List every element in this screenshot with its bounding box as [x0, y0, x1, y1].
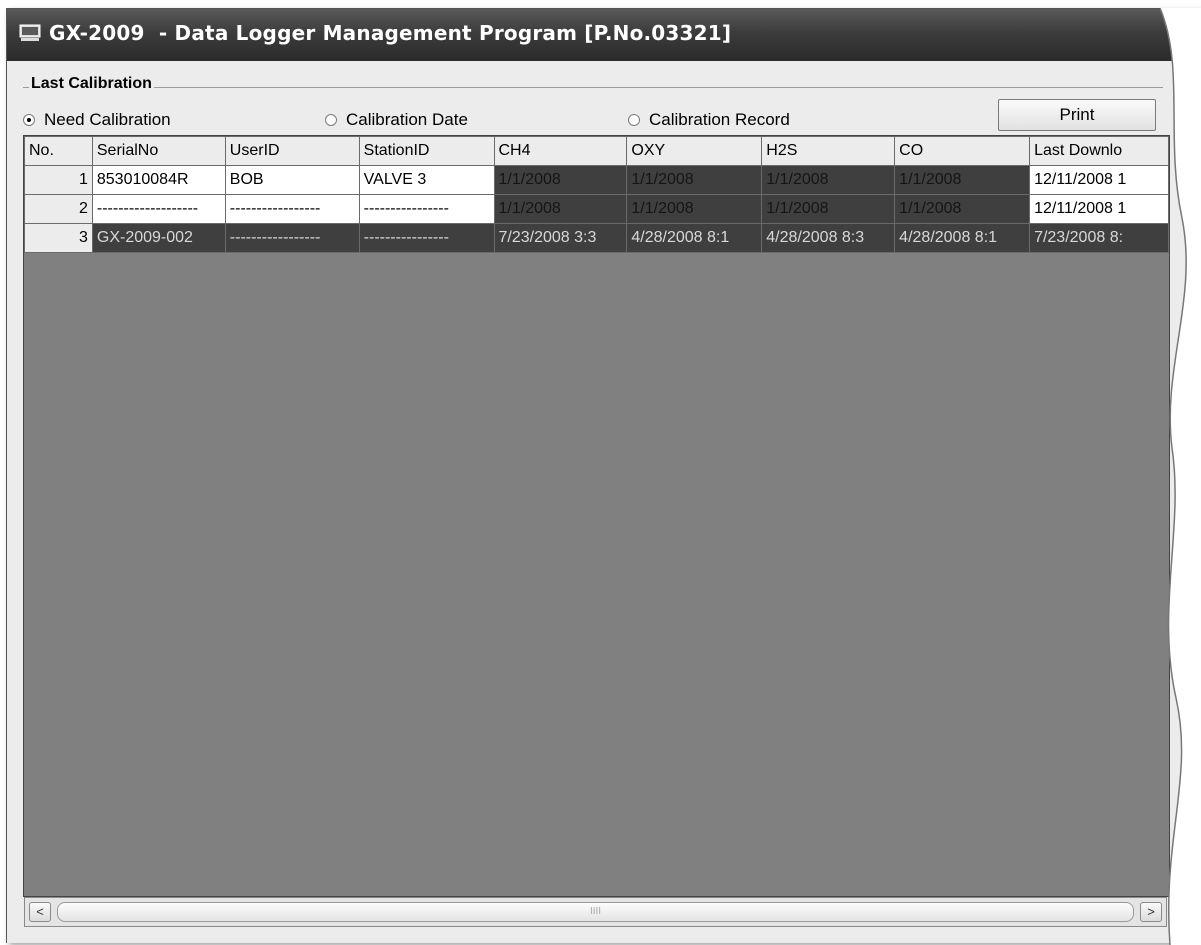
- calibration-record-radio[interactable]: Calibration Record: [628, 110, 790, 130]
- radio-checked-icon: [23, 114, 35, 126]
- column-header-h2s[interactable]: H2S: [761, 136, 896, 166]
- title-bar[interactable]: GX-2009 - Data Logger Management Program…: [7, 9, 1201, 61]
- row-number[interactable]: 2: [24, 194, 93, 224]
- cell-serialno[interactable]: 853010084R: [91, 165, 226, 195]
- column-header-oxy[interactable]: OXY: [626, 136, 763, 166]
- cell-ch4[interactable]: 1/1/2008: [493, 194, 628, 224]
- table-row[interactable]: 1 853010084R BOB VALVE 3 1/1/2008 1/1/20…: [24, 165, 1169, 195]
- column-header-last-download[interactable]: Last Downlo: [1029, 136, 1169, 166]
- column-header-stationid[interactable]: StationID: [358, 136, 495, 166]
- cell-h2s[interactable]: 4/28/2008 8:3: [761, 223, 896, 253]
- scroll-left-button[interactable]: <: [29, 902, 51, 922]
- radio-label: Calibration Record: [649, 110, 790, 129]
- cell-serialno[interactable]: GX-2009-002: [91, 223, 226, 253]
- horizontal-scrollbar[interactable]: < IIII >: [24, 897, 1167, 927]
- cell-co[interactable]: 1/1/2008: [894, 194, 1031, 224]
- window-title: GX-2009 - Data Logger Management Program…: [49, 21, 732, 45]
- cell-last-download[interactable]: 12/11/2008 1: [1029, 165, 1169, 195]
- radio-unchecked-icon: [325, 114, 337, 126]
- cell-stationid[interactable]: ----------------: [358, 223, 495, 253]
- cell-oxy[interactable]: 1/1/2008: [626, 194, 763, 224]
- table-row[interactable]: 3 GX-2009-002 ----------------- --------…: [24, 223, 1169, 253]
- header-row: No. SerialNo UserID StationID CH4 OXY H2…: [24, 136, 1169, 166]
- table-row[interactable]: 2 ------------------- ----------------- …: [24, 194, 1169, 224]
- need-calibration-radio[interactable]: Need Calibration: [23, 110, 171, 130]
- radio-label: Need Calibration: [44, 110, 171, 129]
- cell-userid[interactable]: -----------------: [224, 223, 360, 253]
- cell-userid[interactable]: -----------------: [224, 194, 360, 224]
- column-header-userid[interactable]: UserID: [224, 136, 360, 166]
- scroll-right-button[interactable]: >: [1140, 902, 1162, 922]
- column-header-ch4[interactable]: CH4: [493, 136, 628, 166]
- calibration-table: No. SerialNo UserID StationID CH4 OXY H2…: [24, 136, 1169, 253]
- group-border: [23, 87, 1163, 88]
- calibration-date-radio[interactable]: Calibration Date: [325, 110, 468, 130]
- monitor-icon: [19, 24, 41, 41]
- app-window: GX-2009 - Data Logger Management Program…: [6, 8, 1201, 943]
- radio-label: Calibration Date: [346, 110, 468, 129]
- cell-stationid[interactable]: ----------------: [358, 194, 495, 224]
- group-label: Last Calibration: [29, 75, 154, 93]
- cell-oxy[interactable]: 4/28/2008 8:1: [626, 223, 763, 253]
- cell-stationid[interactable]: VALVE 3: [358, 165, 495, 195]
- cell-h2s[interactable]: 1/1/2008: [761, 165, 896, 195]
- scrollbar-thumb[interactable]: IIII: [57, 902, 1134, 922]
- cell-ch4[interactable]: 1/1/2008: [493, 165, 628, 195]
- data-grid[interactable]: No. SerialNo UserID StationID CH4 OXY H2…: [23, 135, 1170, 897]
- cell-h2s[interactable]: 1/1/2008: [761, 194, 896, 224]
- column-header-serialno[interactable]: SerialNo: [91, 136, 226, 166]
- cell-oxy[interactable]: 1/1/2008: [626, 165, 763, 195]
- column-header-co[interactable]: CO: [894, 136, 1031, 166]
- cell-co[interactable]: 1/1/2008: [894, 165, 1031, 195]
- cell-last-download[interactable]: 12/11/2008 1: [1029, 194, 1169, 224]
- radio-unchecked-icon: [628, 114, 640, 126]
- column-header-no[interactable]: No.: [24, 136, 93, 166]
- row-number[interactable]: 1: [24, 165, 93, 195]
- cell-co[interactable]: 4/28/2008 8:1: [894, 223, 1031, 253]
- print-button[interactable]: Print: [998, 99, 1156, 131]
- cell-serialno[interactable]: -------------------: [91, 194, 226, 224]
- cell-ch4[interactable]: 7/23/2008 3:3: [493, 223, 628, 253]
- torn-edge: [1160, 8, 1201, 945]
- cell-last-download[interactable]: 7/23/2008 8:: [1029, 223, 1169, 253]
- row-number[interactable]: 3: [24, 223, 93, 253]
- cell-userid[interactable]: BOB: [224, 165, 360, 195]
